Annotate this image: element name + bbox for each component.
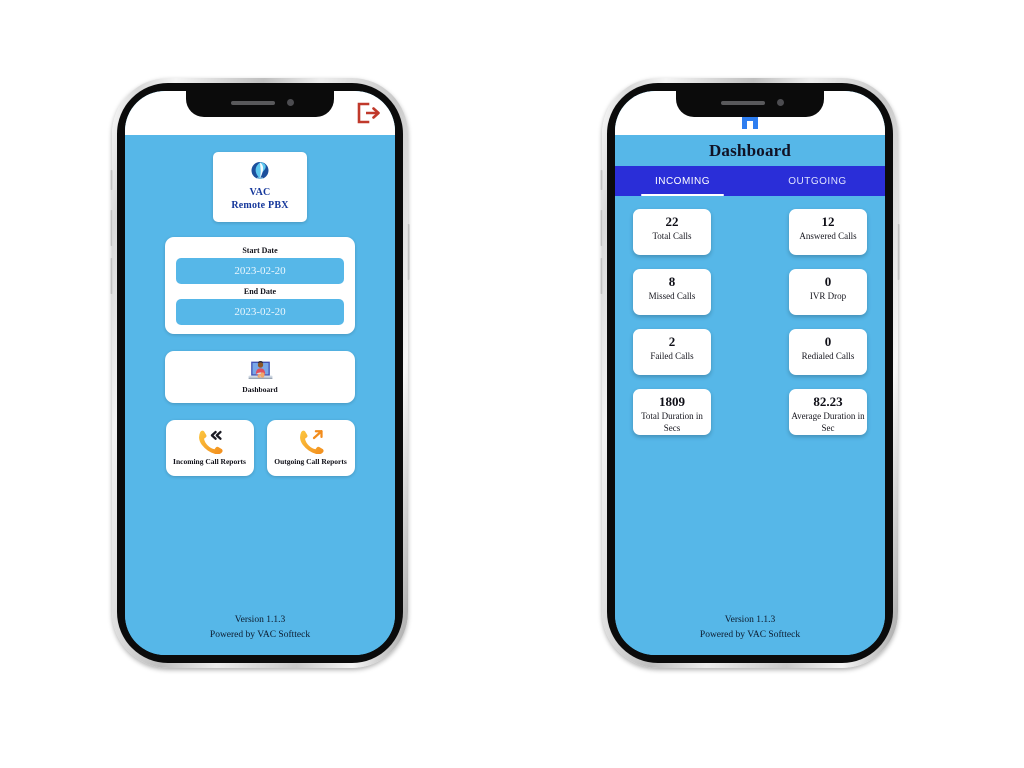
stat-label: IVR Drop <box>809 291 847 301</box>
app-body-right: Dashboard INCOMING OUTGOING 22 Total Cal… <box>615 135 885 655</box>
stats-grid: 22 Total Calls 12 Answered Calls 8 Misse… <box>615 196 885 613</box>
earpiece-speaker-icon <box>720 100 765 105</box>
app-home-screen: VAC Remote PBX Start Date End Date <box>125 91 395 655</box>
tab-incoming-label: INCOMING <box>654 175 711 187</box>
power-button[interactable] <box>897 224 900 280</box>
stat-label: Average Duration in Sec <box>791 411 865 433</box>
incoming-call-reports-label: Incoming Call Reports <box>173 456 246 466</box>
outgoing-call-icon <box>296 428 326 454</box>
stat-card-failed-calls[interactable]: 2 Failed Calls <box>633 329 711 375</box>
stat-card-answered-calls[interactable]: 12 Answered Calls <box>789 209 867 255</box>
screenshot-canvas: VAC Remote PBX Start Date End Date <box>0 0 1024 768</box>
stat-label: Redialed Calls <box>801 351 855 361</box>
stat-card-total-calls[interactable]: 22 Total Calls <box>633 209 711 255</box>
stat-label: Failed Calls <box>650 351 694 361</box>
stat-value: 22 <box>665 214 679 229</box>
tab-incoming[interactable]: INCOMING <box>615 166 750 196</box>
stat-value: 0 <box>824 334 832 349</box>
end-date-input[interactable] <box>176 299 344 325</box>
dashboard-tile-label: Dashboard <box>242 385 278 394</box>
version-text: Version 1.1.3 <box>724 615 776 625</box>
start-date-input[interactable] <box>176 258 344 284</box>
power-button[interactable] <box>407 224 410 280</box>
powered-by-text: Powered by VAC Softteck <box>699 630 801 640</box>
dashboard-tabbar: INCOMING OUTGOING <box>615 166 885 196</box>
report-tiles-row: Incoming Call Reports Outgoing Call Repo… <box>165 420 355 476</box>
stat-label: Total Calls <box>652 231 692 241</box>
stat-value: 8 <box>668 274 676 289</box>
phone-mockup-left: VAC Remote PBX Start Date End Date <box>110 78 410 668</box>
version-text: Version 1.1.3 <box>234 615 286 625</box>
front-camera-icon <box>776 99 784 106</box>
silent-switch[interactable] <box>110 170 113 190</box>
stat-value: 0 <box>824 274 832 289</box>
logout-icon[interactable] <box>355 101 381 125</box>
stat-row: 1809 Total Duration in Secs 82.23 Averag… <box>633 389 867 435</box>
app-footer-right: Version 1.1.3 Powered by VAC Softteck <box>615 613 885 655</box>
stat-label: Answered Calls <box>799 231 857 241</box>
brand-name: VAC <box>249 187 271 198</box>
front-camera-icon <box>286 99 294 106</box>
app-body-left: VAC Remote PBX Start Date End Date <box>125 135 395 655</box>
silent-switch[interactable] <box>600 170 603 190</box>
vac-globe-logo-icon <box>250 161 270 181</box>
stat-card-missed-calls[interactable]: 8 Missed Calls <box>633 269 711 315</box>
incoming-call-reports-tile[interactable]: Incoming Call Reports <box>165 420 254 476</box>
brand-subtitle: Remote PBX <box>231 200 289 211</box>
stat-value: 12 <box>821 214 835 229</box>
stat-value: 1809 <box>659 394 685 409</box>
date-filter-card: Start Date End Date <box>165 237 355 334</box>
outgoing-call-reports-label: Outgoing Call Reports <box>274 456 347 466</box>
phone-mockup-right: Dashboard INCOMING OUTGOING 22 Total Cal… <box>600 78 900 668</box>
start-date-label: Start Date <box>242 246 278 255</box>
stat-card-average-duration[interactable]: 82.23 Average Duration in Sec <box>789 389 867 435</box>
volume-up-button[interactable] <box>600 210 603 246</box>
brand-card: VAC Remote PBX <box>213 152 307 222</box>
stat-card-total-duration[interactable]: 1809 Total Duration in Secs <box>633 389 711 435</box>
page-title: Dashboard <box>708 141 792 160</box>
stat-row: 22 Total Calls 12 Answered Calls <box>633 209 867 255</box>
tab-outgoing[interactable]: OUTGOING <box>750 166 885 196</box>
tab-outgoing-label: OUTGOING <box>788 175 847 187</box>
stat-row: 8 Missed Calls 0 IVR Drop <box>633 269 867 315</box>
volume-down-button[interactable] <box>110 258 113 294</box>
earpiece-speaker-icon <box>230 100 275 105</box>
volume-down-button[interactable] <box>600 258 603 294</box>
dashboard-tile[interactable]: Dashboard <box>165 351 355 403</box>
stat-value: 82.23 <box>813 394 843 409</box>
stat-row: 2 Failed Calls 0 Redialed Calls <box>633 329 867 375</box>
dashboard-person-laptop-icon <box>247 359 274 383</box>
phone-notch <box>186 91 334 117</box>
phone-screen-right: Dashboard INCOMING OUTGOING 22 Total Cal… <box>615 91 885 655</box>
phone-notch <box>676 91 824 117</box>
stat-label: Total Duration in Secs <box>641 411 703 433</box>
end-date-label: End Date <box>243 287 277 296</box>
incoming-call-icon <box>195 428 225 454</box>
left-spacer <box>125 476 395 613</box>
powered-by-text: Powered by VAC Softteck <box>209 630 311 640</box>
app-footer-left: Version 1.1.3 Powered by VAC Softteck <box>125 613 395 655</box>
stat-label: Missed Calls <box>648 291 696 301</box>
stat-card-redialed-calls[interactable]: 0 Redialed Calls <box>789 329 867 375</box>
volume-up-button[interactable] <box>110 210 113 246</box>
stat-value: 2 <box>668 334 676 349</box>
phone-screen-left: VAC Remote PBX Start Date End Date <box>125 91 395 655</box>
stat-card-ivr-drop[interactable]: 0 IVR Drop <box>789 269 867 315</box>
outgoing-call-reports-tile[interactable]: Outgoing Call Reports <box>266 420 355 476</box>
app-dashboard-screen: Dashboard INCOMING OUTGOING 22 Total Cal… <box>615 91 885 655</box>
